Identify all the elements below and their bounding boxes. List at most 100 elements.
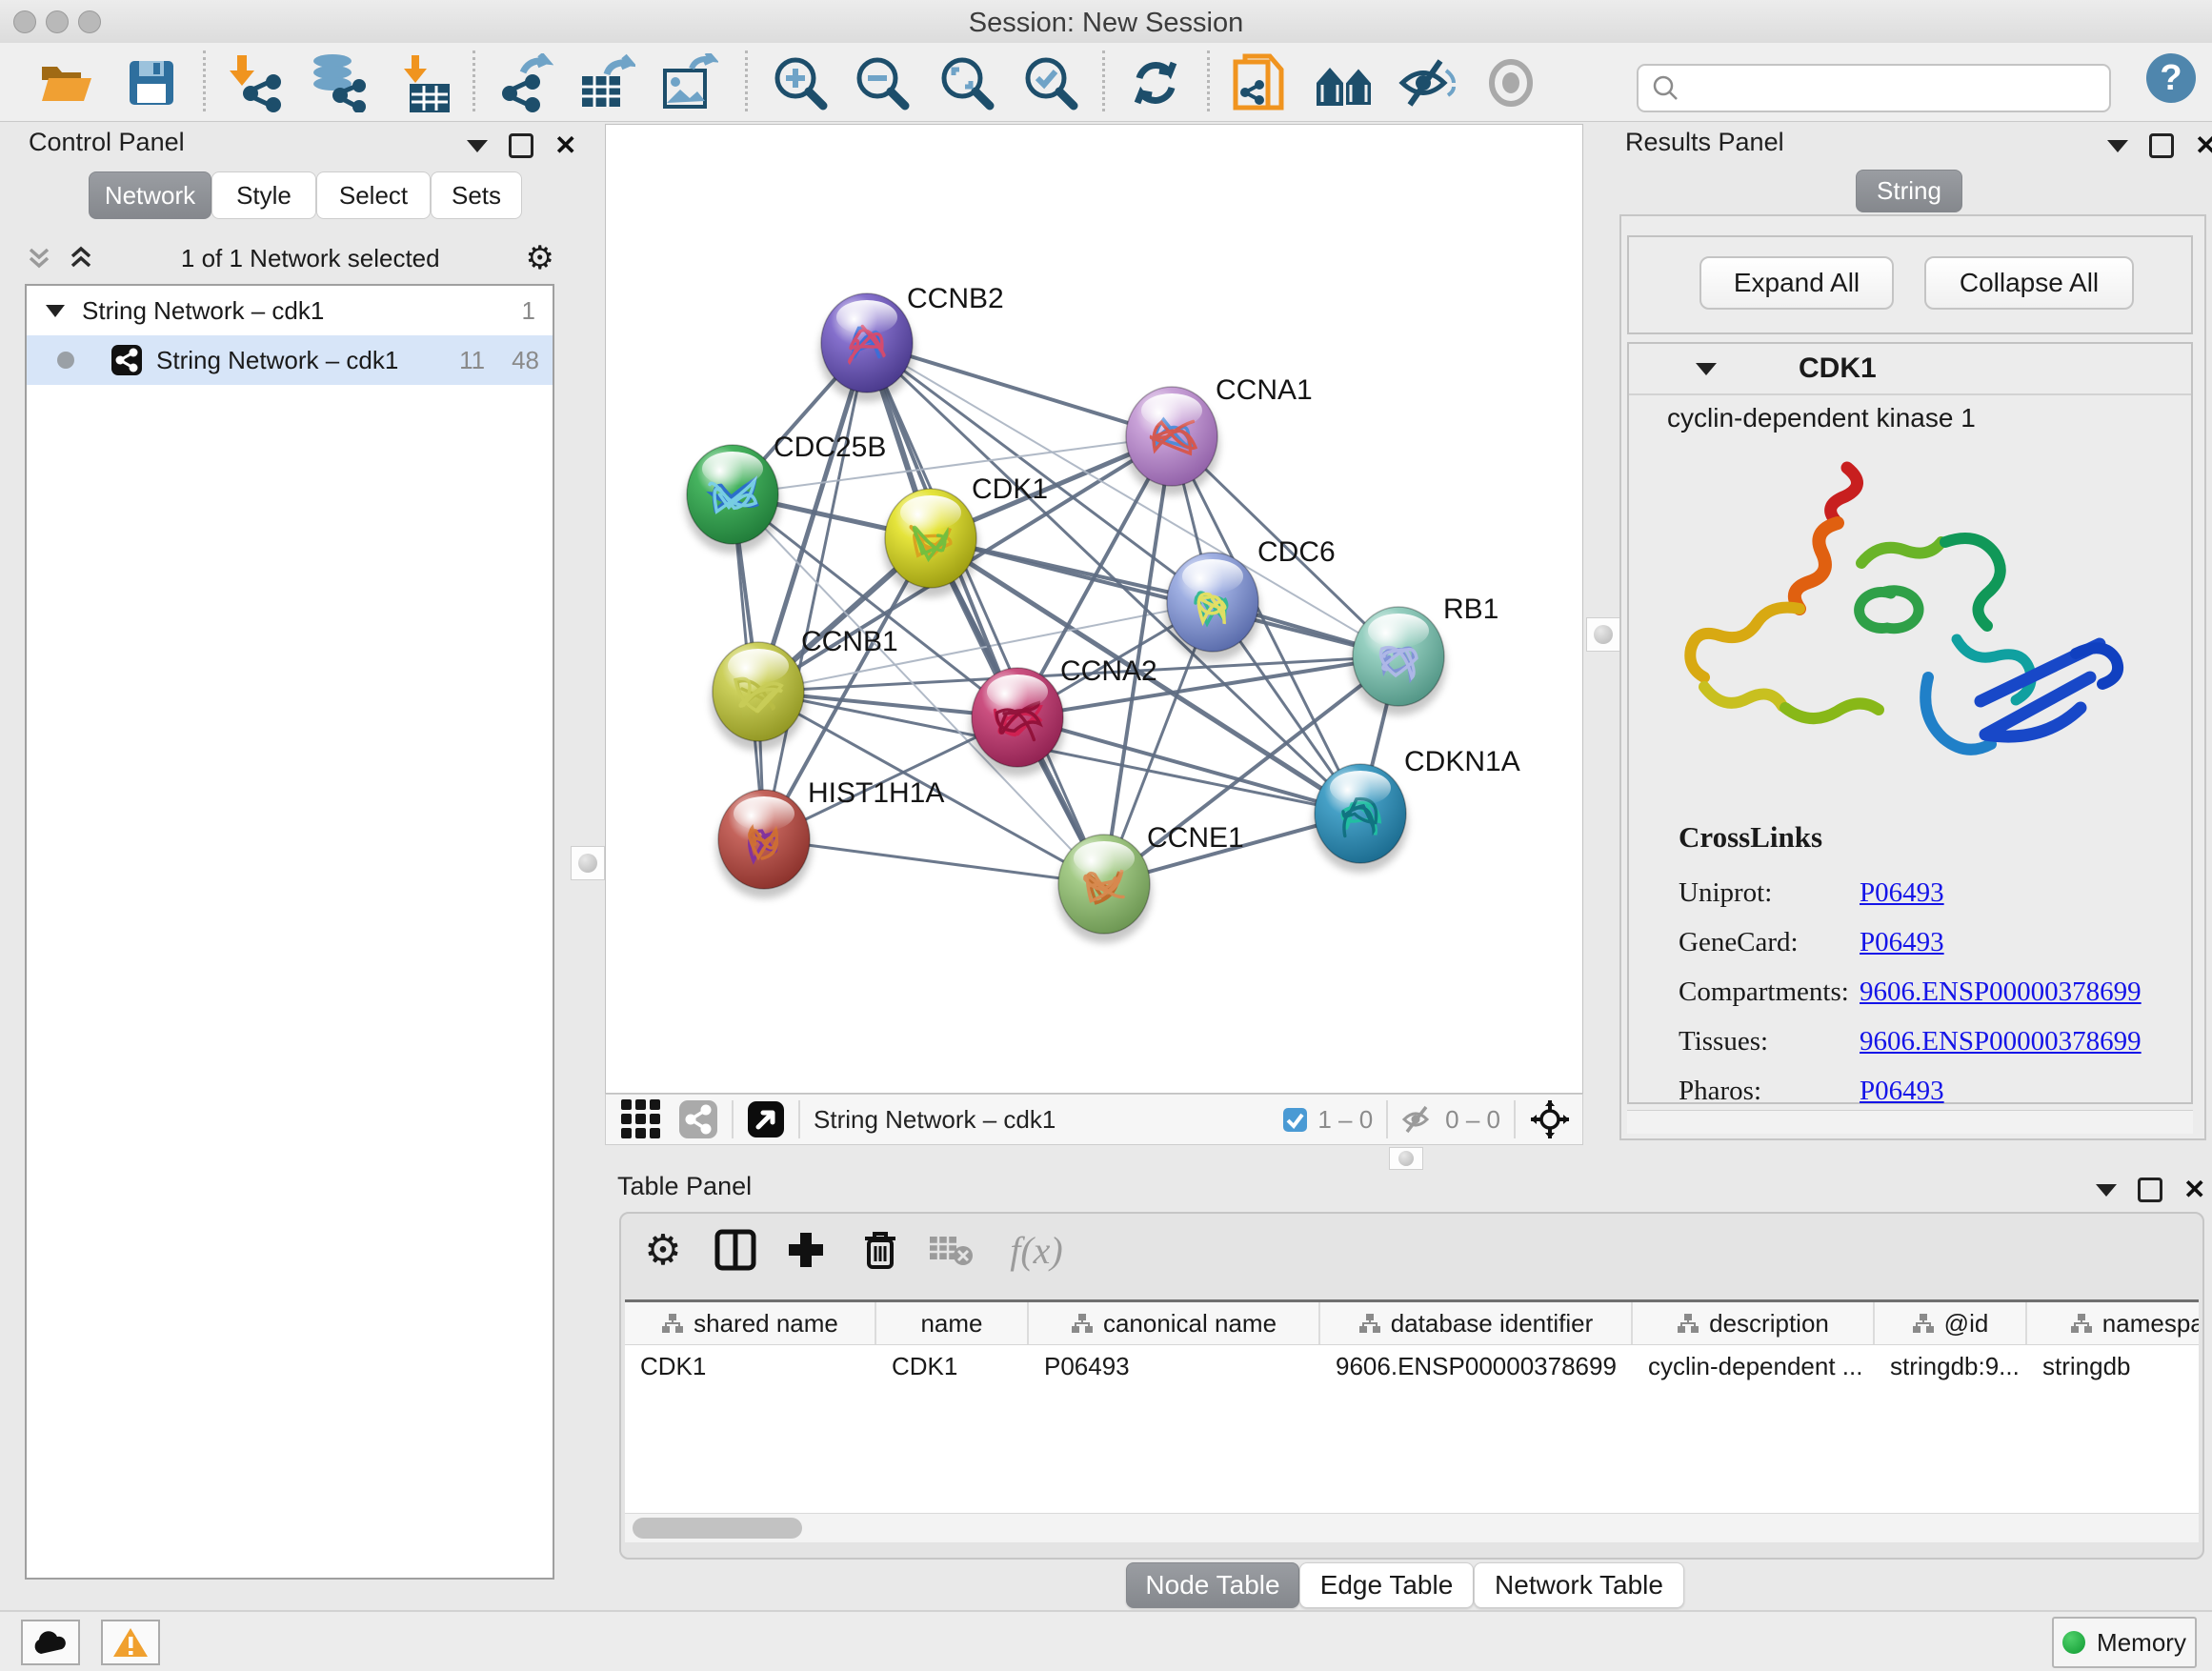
birdseye-view-icon[interactable] (747, 1100, 785, 1138)
table-cell[interactable]: stringdb:9... (1875, 1345, 2027, 1387)
protein-structure-image (1642, 449, 2176, 811)
column-header-@id[interactable]: @id (1875, 1302, 2027, 1344)
column-header-name[interactable]: name (876, 1302, 1029, 1344)
refresh-icon[interactable] (1124, 51, 1187, 114)
column-header-namespace[interactable]: namespace (2027, 1302, 2199, 1344)
right-splitter-handle[interactable] (1586, 617, 1620, 652)
control-panel-close-icon[interactable]: ✕ (554, 136, 576, 155)
network-row[interactable]: String Network – cdk1 11 48 (27, 335, 553, 385)
table-settings-gear-icon[interactable]: ⚙ (640, 1227, 686, 1273)
column-header-shared-name[interactable]: shared name (625, 1302, 876, 1344)
results-hscrollbar[interactable] (1627, 1110, 2193, 1134)
table-cell[interactable]: CDK1 (625, 1345, 876, 1387)
crosslink-link[interactable]: 9606.ENSP00000378699 (1860, 976, 2142, 1008)
table-hscrollbar-thumb[interactable] (633, 1518, 802, 1539)
table-panel-close-icon[interactable]: ✕ (2183, 1180, 2205, 1199)
memory-button[interactable]: Memory (2052, 1617, 2197, 1668)
import-table-icon[interactable] (393, 51, 456, 114)
add-column-icon[interactable] (783, 1227, 829, 1273)
crosslink-link[interactable]: 9606.ENSP00000378699 (1860, 1026, 2142, 1057)
column-header-canonical-name[interactable]: canonical name (1029, 1302, 1320, 1344)
tab-string[interactable]: String (1856, 170, 1962, 212)
control-panel-float-icon[interactable] (467, 140, 488, 152)
control-panel-restore-icon[interactable] (509, 133, 533, 158)
crosslink-link[interactable]: P06493 (1860, 927, 1944, 958)
delete-column-trash-icon[interactable] (857, 1227, 903, 1273)
crosslink-link[interactable]: P06493 (1860, 1076, 1944, 1107)
tab-node-table[interactable]: Node Table (1126, 1562, 1299, 1608)
bottom-splitter-handle[interactable] (1389, 1147, 1423, 1170)
export-network-icon[interactable] (493, 51, 556, 114)
zoom-selected-icon[interactable] (1019, 51, 1082, 114)
search-input[interactable] (1690, 70, 2109, 108)
network-node-CDK1[interactable]: CDK1 (883, 473, 1048, 597)
network-edge[interactable] (764, 343, 867, 839)
crosslink-link[interactable]: P06493 (1860, 877, 1944, 909)
column-header-label: canonical name (1103, 1309, 1277, 1339)
column-header-description[interactable]: description (1633, 1302, 1875, 1344)
tab-select[interactable]: Select (316, 171, 431, 219)
delete-table-icon[interactable] (928, 1227, 974, 1273)
table-cell[interactable]: cyclin-dependent ... (1633, 1345, 1875, 1387)
collection-expander-icon[interactable] (46, 305, 65, 317)
tab-network-table[interactable]: Network Table (1474, 1562, 1684, 1608)
tab-sets[interactable]: Sets (431, 171, 522, 219)
crosslink-label: Compartments: (1679, 976, 1860, 1008)
table-cell[interactable]: P06493 (1029, 1345, 1320, 1387)
network-node-RB1[interactable]: RB1 (1351, 594, 1498, 715)
tab-edge-table[interactable]: Edge Table (1299, 1562, 1474, 1608)
tab-network[interactable]: Network (89, 171, 211, 219)
table-panel-restore-icon[interactable] (2138, 1178, 2162, 1202)
network-node-CDC6[interactable]: CDC6 (1165, 536, 1336, 661)
grid-view-icon[interactable] (619, 1097, 663, 1141)
network-options-gear-icon[interactable]: ⚙ (526, 239, 554, 277)
network-canvas[interactable]: CCNB2CCNA1CDC25BCDK1CDC6RB1CCNB1CCNA2CDK… (605, 124, 1583, 1094)
network-thumbnail-icon[interactable] (678, 1099, 718, 1139)
results-panel-restore-icon[interactable] (2149, 133, 2174, 158)
clone-style-icon[interactable] (1229, 51, 1292, 114)
zoom-out-icon[interactable] (851, 51, 914, 114)
zoom-fit-icon[interactable] (935, 51, 998, 114)
open-session-icon[interactable] (35, 51, 98, 114)
network-node-HIST1H1A[interactable]: HIST1H1A (716, 777, 944, 898)
fit-content-crosshair-icon[interactable] (1529, 1098, 1571, 1140)
expand-all-networks-icon[interactable] (67, 244, 95, 272)
zoom-in-icon[interactable] (769, 51, 832, 114)
gene-expander-icon[interactable] (1696, 363, 1717, 375)
import-from-database-icon[interactable] (306, 51, 369, 114)
network-collection-row[interactable]: String Network – cdk1 1 (27, 286, 553, 335)
network-node-CCNE1[interactable]: CCNE1 (1056, 822, 1244, 943)
gene-section-header[interactable]: CDK1 (1629, 344, 2191, 395)
left-splitter-handle[interactable] (571, 846, 605, 880)
expand-all-button[interactable]: Expand All (1699, 256, 1894, 310)
table-cell[interactable]: stringdb (2027, 1345, 2199, 1387)
export-table-icon[interactable] (575, 51, 638, 114)
save-session-icon[interactable] (120, 51, 183, 114)
selected-count-checkbox-icon[interactable] (1282, 1107, 1308, 1133)
first-neighbors-icon[interactable] (1314, 51, 1377, 114)
table-cell[interactable]: 9606.ENSP00000378699 (1320, 1345, 1633, 1387)
table-row[interactable]: CDK1CDK1P064939606.ENSP00000378699cyclin… (625, 1345, 2199, 1387)
table-cell[interactable]: CDK1 (876, 1345, 1029, 1387)
network-node-CDKN1A[interactable]: CDKN1A (1313, 746, 1520, 873)
show-all-icon[interactable] (1479, 51, 1542, 114)
tab-style[interactable]: Style (211, 171, 316, 219)
collapse-all-networks-icon[interactable] (25, 244, 53, 272)
table-panel-float-icon[interactable] (2096, 1184, 2117, 1197)
network-node-CCNB1[interactable]: CCNB1 (711, 626, 898, 751)
collapse-all-button[interactable]: Collapse All (1924, 256, 2134, 310)
import-network-icon[interactable] (227, 51, 290, 114)
export-image-icon[interactable] (658, 51, 721, 114)
cloud-button[interactable] (21, 1620, 80, 1665)
hide-selection-icon[interactable] (1397, 51, 1459, 114)
table-hscrollbar[interactable] (625, 1513, 2199, 1542)
column-header-database-identifier[interactable]: database identifier (1320, 1302, 1633, 1344)
results-panel-close-icon[interactable]: ✕ (2195, 136, 2212, 155)
show-columns-icon[interactable] (713, 1227, 758, 1273)
help-icon[interactable]: ? (2140, 47, 2202, 110)
warning-button[interactable] (101, 1620, 160, 1665)
network-node-CCNA1[interactable]: CCNA1 (1124, 374, 1313, 495)
network-edge[interactable] (764, 839, 1104, 884)
function-builder-icon[interactable]: f(x) (998, 1227, 1075, 1273)
results-panel-float-icon[interactable] (2107, 140, 2128, 152)
